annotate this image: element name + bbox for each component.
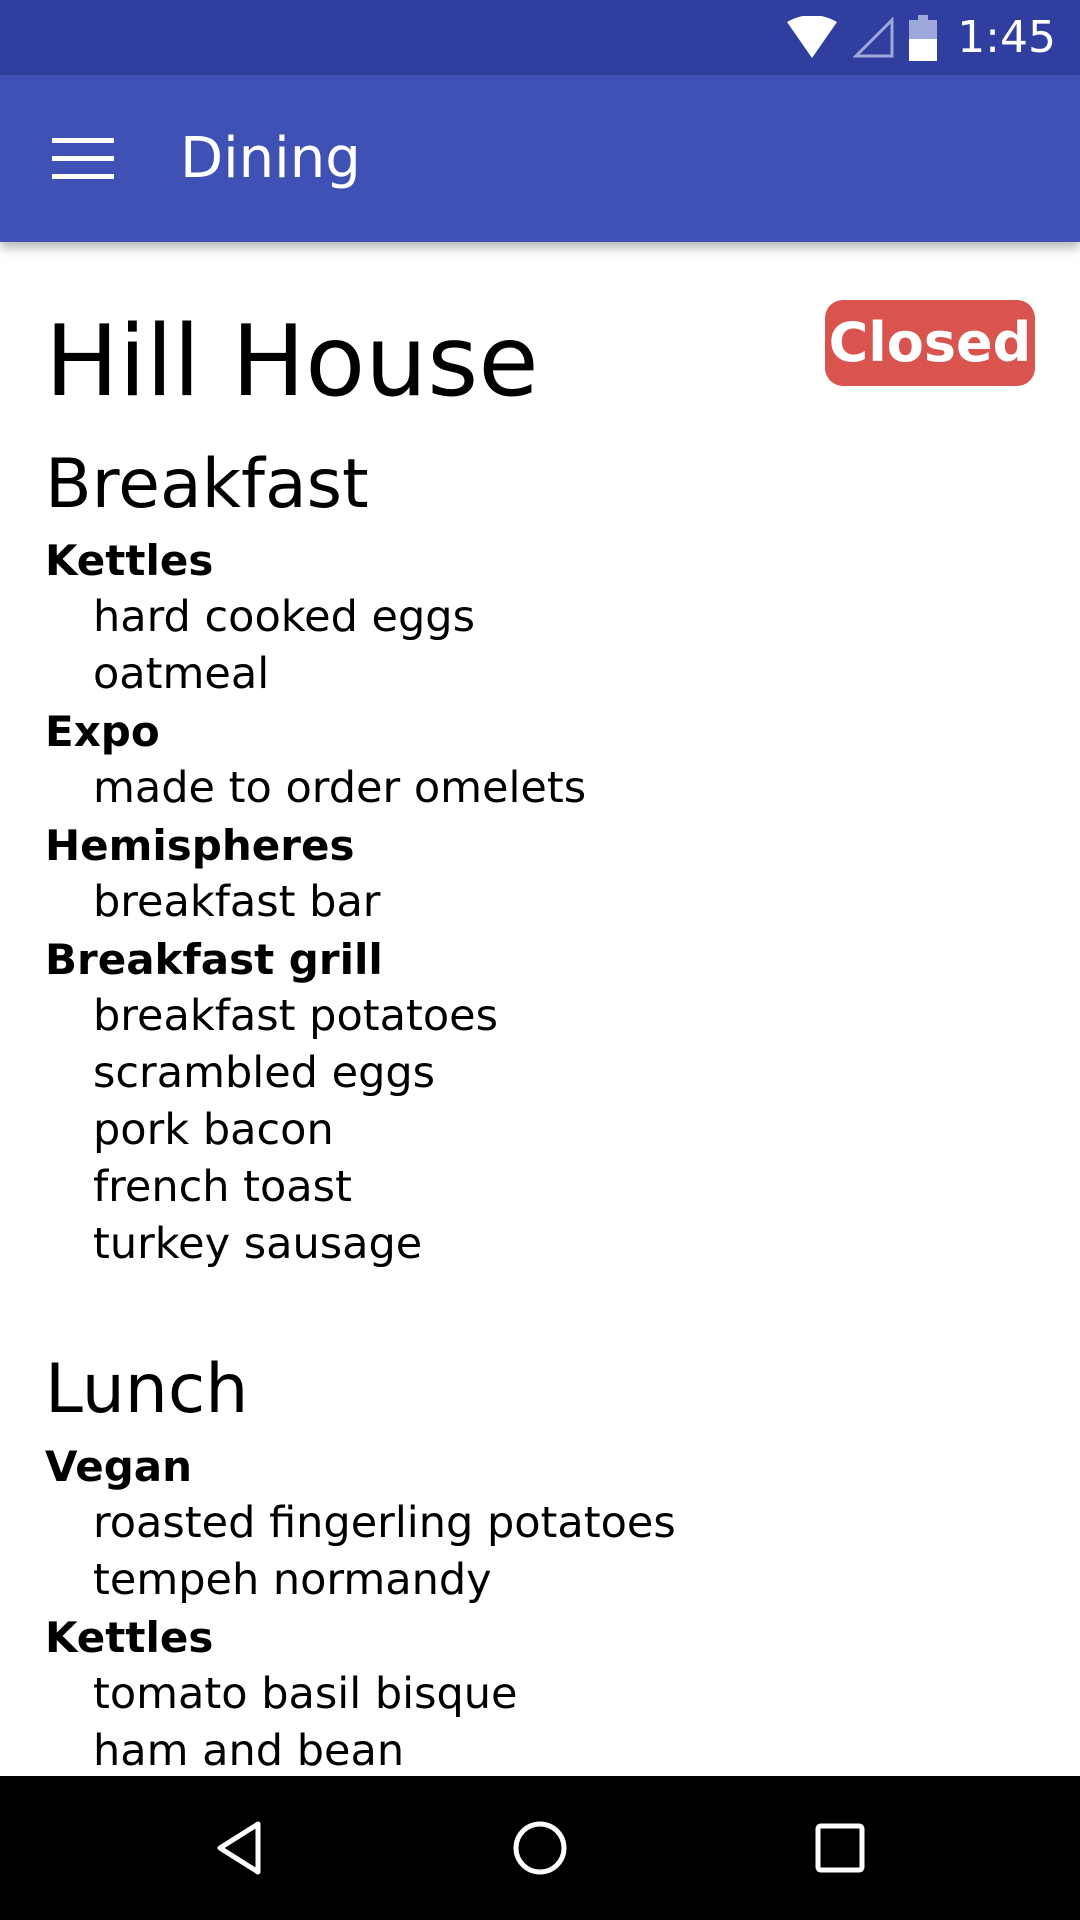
menu-item: breakfast potatoes: [93, 991, 498, 1041]
station-label: Expo: [45, 707, 160, 756]
menu-item: french toast: [93, 1162, 352, 1212]
home-icon: [513, 1821, 567, 1875]
location-name: Hill House: [45, 305, 539, 419]
battery-icon: [909, 14, 938, 61]
recents-icon: [815, 1823, 865, 1873]
navigation-bar: [0, 1776, 1080, 1920]
meal-heading-breakfast: Breakfast: [45, 445, 369, 524]
back-icon: [217, 1821, 261, 1875]
menu-item: pork bacon: [93, 1105, 334, 1155]
menu-content[interactable]: Hill House Closed Breakfast Kettles hard…: [0, 242, 1080, 1776]
menu-item: tomato basil bisque: [93, 1669, 518, 1719]
back-button[interactable]: [180, 1788, 300, 1908]
menu-item: tempeh normandy: [93, 1555, 492, 1605]
menu-item: made to order omelets: [93, 763, 587, 813]
station-label: Hemispheres: [45, 821, 355, 870]
app-title: Dining: [180, 126, 361, 191]
hamburger-menu-icon: [52, 138, 114, 179]
menu-button[interactable]: [40, 121, 126, 197]
menu-item: oatmeal: [93, 649, 270, 699]
app-bar: Dining: [0, 75, 1080, 242]
status-bar: 1:45: [0, 0, 1080, 75]
menu-item: ham and bean: [93, 1726, 405, 1776]
recents-button[interactable]: [780, 1788, 900, 1908]
station-label: Vegan: [45, 1442, 192, 1491]
menu-item: roasted fingerling potatoes: [93, 1498, 676, 1548]
station-label: Breakfast grill: [45, 935, 383, 984]
status-time: 1:45: [957, 12, 1056, 63]
meal-heading-lunch: Lunch: [45, 1350, 249, 1429]
cell-signal-icon: [853, 16, 894, 57]
menu-item: breakfast bar: [93, 877, 381, 927]
wifi-icon: [787, 15, 838, 58]
menu-item: scrambled eggs: [93, 1048, 436, 1098]
home-button[interactable]: [480, 1788, 600, 1908]
status-icons: 1:45: [785, 0, 1056, 75]
status-badge: Closed: [825, 300, 1035, 386]
station-label: Kettles: [45, 536, 214, 585]
station-label: Kettles: [45, 1613, 214, 1662]
menu-item: turkey sausage: [93, 1219, 423, 1269]
menu-item: hard cooked eggs: [93, 592, 475, 642]
